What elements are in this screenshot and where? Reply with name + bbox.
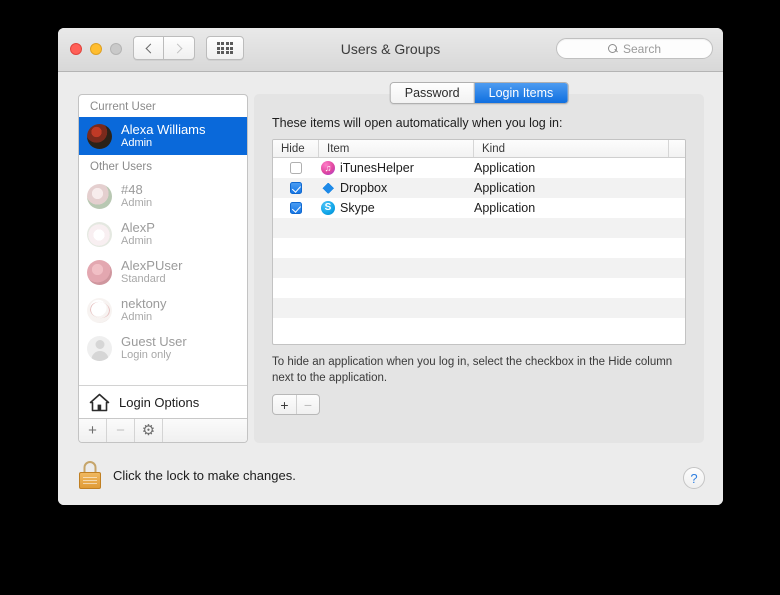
user-name: Alexa Williams — [121, 121, 206, 137]
panel-caption: These items will open automatically when… — [272, 116, 563, 130]
dropbox-icon — [321, 181, 335, 195]
item-name: iTunesHelper — [340, 161, 414, 175]
lock-body — [79, 472, 101, 489]
login-options-label: Login Options — [119, 394, 200, 410]
sidebar-item-login-options[interactable]: Login Options — [79, 385, 247, 418]
item-cell: iTunesHelper — [319, 161, 474, 175]
sidebar-item-alexa-williams[interactable]: Alexa Williams Admin — [79, 117, 247, 155]
table-empty-row — [273, 298, 685, 318]
hide-checkbox[interactable] — [290, 162, 302, 174]
item-name: Skype — [340, 201, 375, 215]
search-input[interactable]: Search — [556, 38, 713, 59]
sidebar-toolbar: + − ⚙ — [79, 418, 247, 442]
user-name: Guest User — [121, 333, 187, 349]
hide-checkbox[interactable] — [290, 202, 302, 214]
gear-icon[interactable]: ⚙ — [135, 419, 163, 442]
sidebar-item-48[interactable]: #48 Admin — [79, 177, 247, 215]
house-icon — [89, 393, 110, 411]
table-empty-row — [273, 238, 685, 258]
table-empty-row — [273, 218, 685, 238]
table-header-row: Hide Item Kind — [273, 140, 685, 158]
avatar — [87, 221, 112, 247]
user-name: nektony — [121, 295, 167, 311]
user-role: Admin — [121, 137, 153, 150]
column-header-hide[interactable]: Hide — [273, 140, 319, 157]
item-name: Dropbox — [340, 181, 388, 195]
avatar — [87, 297, 112, 323]
avatar — [87, 259, 112, 285]
add-login-item-button[interactable]: + — [273, 395, 296, 414]
hide-checkbox-cell — [273, 202, 319, 214]
itunes-icon — [321, 161, 335, 175]
sidebar-toolbar-filler — [163, 419, 247, 442]
users-sidebar: Current User Alexa Williams Admin Other … — [78, 94, 248, 443]
lock-icon[interactable] — [78, 461, 102, 489]
login-items-table: Hide Item Kind iTunesHelper Appl — [272, 139, 686, 345]
user-role: Admin — [121, 311, 153, 324]
sidebar-item-guest-user[interactable]: Guest User Login only — [79, 329, 247, 367]
avatar — [87, 335, 112, 361]
column-header-kind[interactable]: Kind — [474, 140, 669, 157]
table-row[interactable]: Dropbox Application — [273, 178, 685, 198]
search-icon — [607, 43, 618, 54]
table-empty-row — [273, 278, 685, 298]
item-kind: Application — [474, 161, 536, 175]
sidebar-section-header-current: Current User — [90, 101, 156, 113]
table-row[interactable]: iTunesHelper Application — [273, 158, 685, 178]
help-button[interactable]: ? — [683, 467, 705, 489]
user-name: #48 — [121, 181, 143, 197]
user-role: Admin — [121, 235, 153, 248]
user-name: AlexP — [121, 219, 155, 235]
hide-checkbox[interactable] — [290, 182, 302, 194]
window-body: Current User Alexa Williams Admin Other … — [58, 72, 723, 505]
login-items-panel: Password Login Items These items will op… — [254, 82, 704, 443]
column-header-item[interactable]: Item — [319, 140, 474, 157]
user-role: Standard — [121, 273, 166, 286]
search-placeholder: Search — [622, 41, 662, 56]
skype-icon — [321, 201, 335, 215]
sidebar-item-alexpuser[interactable]: AlexPUser Standard — [79, 253, 247, 291]
user-name: AlexPUser — [121, 257, 183, 273]
user-role: Admin — [121, 197, 153, 210]
tab-login-items[interactable]: Login Items — [473, 83, 568, 103]
panel-tabs: Password Login Items — [389, 82, 569, 104]
add-user-button[interactable]: + — [79, 419, 107, 442]
lock-message: Click the lock to make changes. — [113, 467, 296, 483]
avatar — [87, 183, 112, 209]
hide-checkbox-cell — [273, 182, 319, 194]
remove-login-item-button: − — [296, 395, 319, 414]
item-cell: Skype — [319, 201, 474, 215]
table-empty-row — [273, 318, 685, 338]
window-titlebar: Users & Groups Search — [58, 28, 723, 72]
column-header-spacer — [669, 140, 685, 157]
lock-row[interactable]: Click the lock to make changes. — [78, 461, 296, 489]
add-remove-group: + − — [272, 394, 320, 415]
hide-checkbox-cell — [273, 162, 319, 174]
item-kind: Application — [474, 181, 536, 195]
sidebar-item-nektony[interactable]: nektony Admin — [79, 291, 247, 329]
remove-user-button: − — [107, 419, 135, 442]
item-cell: Dropbox — [319, 181, 474, 195]
sidebar-section-header-other: Other Users — [90, 161, 152, 173]
sidebar-item-alexp[interactable]: AlexP Admin — [79, 215, 247, 253]
tab-password[interactable]: Password — [390, 83, 474, 103]
users-and-groups-window: Users & Groups Search Current User Alexa… — [58, 28, 723, 505]
user-role: Login only — [121, 349, 172, 362]
screen: Users & Groups Search Current User Alexa… — [0, 0, 780, 595]
panel-note: To hide an application when you log in, … — [272, 356, 673, 385]
avatar — [87, 123, 112, 149]
users-list: Current User Alexa Williams Admin Other … — [79, 95, 247, 385]
table-row[interactable]: Skype Application — [273, 198, 685, 218]
item-kind: Application — [474, 201, 536, 215]
table-empty-row — [273, 258, 685, 278]
